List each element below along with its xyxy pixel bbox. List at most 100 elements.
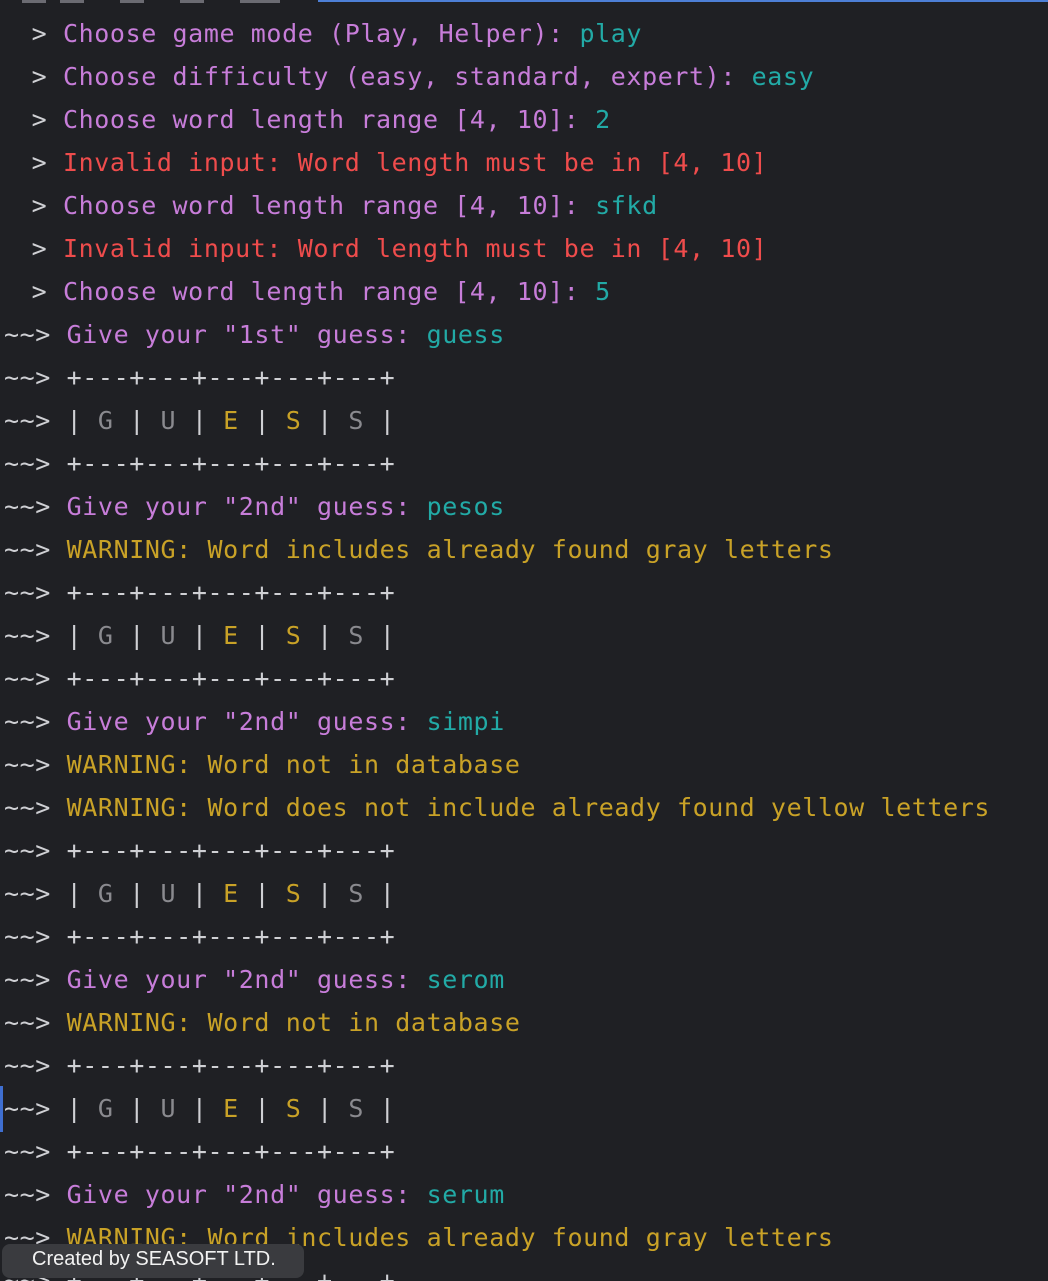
board-tile-letter: U [160,621,177,650]
board-tile-letter: G [97,879,114,908]
terminal-line-board: ~~> | G | U | E | S | S | [4,1087,395,1130]
terminal-line-warning: ~~> WARNING: Word not in database [4,743,521,786]
terminal-line-error: > Invalid input: Word length must be in … [16,227,767,270]
user-answer: pesos [426,492,505,521]
error-message: Invalid input: Word length must be in [4… [62,234,768,263]
board-separator: | [129,406,145,435]
user-answer: 2 [595,105,611,134]
prompt-marker: ~~> [4,406,67,435]
terminal-line-guess: ~~> Give your "2nd" guess: serum [4,1173,505,1216]
terminal-line-border: ~~> +---+---+---+---+---+ [4,657,395,700]
question-text: Choose difficulty (easy, standard, exper… [62,62,752,91]
board-separator: | [191,1094,208,1123]
board-separator: | [191,621,208,650]
board-separator: | [254,1094,271,1123]
board-tile-letter: G [97,406,114,435]
board-border: +---+---+---+---+---+ [66,1137,396,1166]
board-tile-letter: U [160,1094,177,1123]
terminal-line-error: > Invalid input: Word length must be in … [16,141,767,184]
board-separator: | [379,1094,396,1123]
board-tile-letter: E [223,879,239,908]
board-separator: | [254,879,271,908]
board-separator: | [317,621,333,650]
terminal-line-qa: > Choose game mode (Play, Helper): play [16,12,642,55]
board-tile-letter: G [97,621,114,650]
prompt-marker: ~~> [4,922,67,951]
board-separator: | [129,1094,145,1123]
board-separator: | [66,621,83,650]
prompt-marker: ~~> [4,621,67,650]
terminal-output[interactable]: > Choose game mode (Play, Helper): play … [0,0,1048,1281]
warning-message: WARNING: Word includes already found gra… [66,535,834,564]
board-tile-letter: S [285,406,302,435]
board-separator: | [379,406,396,435]
question-text: Give your "1st" guess: [66,320,427,349]
question-text: Choose word length range [4, 10]: [62,105,596,134]
board-separator: | [254,621,271,650]
error-message: Invalid input: Word length must be in [4… [62,148,768,177]
prompt-marker: ~~> [4,836,67,865]
board-tile-letter: S [348,1094,365,1123]
board-tile-letter: S [348,406,365,435]
user-answer: serom [426,965,505,994]
terminal-line-border: ~~> +---+---+---+---+---+ [4,915,395,958]
user-answer: serum [426,1180,505,1209]
board-tile-letter: S [285,879,302,908]
terminal-line-board: ~~> | G | U | E | S | S | [4,399,395,442]
question-text: Give your "2nd" guess: [66,707,427,736]
prompt-marker: ~~> [4,320,67,349]
prompt-marker: > [16,105,63,134]
terminal-line-border: ~~> +---+---+---+---+---+ [4,442,395,485]
truncated-previous-line [0,0,1048,6]
board-tile-letter: U [160,406,177,435]
question-text: Give your "2nd" guess: [66,965,427,994]
prompt-marker: ~~> [4,1008,67,1037]
terminal-line-guess: ~~> Give your "2nd" guess: pesos [4,485,505,528]
terminal-line-border: ~~> +---+---+---+---+---+ [4,571,395,614]
board-separator: | [317,879,333,908]
board-separator: | [129,621,145,650]
terminal-line-border: ~~> +---+---+---+---+---+ [4,356,395,399]
board-separator: | [379,621,396,650]
prompt-marker: ~~> [4,1137,67,1166]
terminal-line-board: ~~> | G | U | E | S | S | [4,614,395,657]
prompt-marker: ~~> [4,965,67,994]
board-border: +---+---+---+---+---+ [66,664,396,693]
terminal-line-warning: ~~> WARNING: Word not in database [4,1001,521,1044]
board-separator: | [191,879,208,908]
terminal-line-warning: ~~> WARNING: Word does not include alrea… [4,786,990,829]
board-tile-letter: U [160,879,177,908]
board-tile-letter: E [223,406,239,435]
user-answer: simpi [426,707,505,736]
prompt-marker: > [16,277,63,306]
question-text: Choose word length range [4, 10]: [62,191,596,220]
prompt-marker: ~~> [4,750,67,779]
prompt-marker: ~~> [4,1094,67,1123]
user-answer: easy [751,62,815,91]
board-separator: | [66,406,83,435]
board-separator: | [191,406,208,435]
board-border: +---+---+---+---+---+ [66,363,396,392]
user-answer: sfkd [595,191,658,220]
board-border: +---+---+---+---+---+ [66,449,396,478]
prompt-marker: ~~> [4,1051,67,1080]
prompt-marker: ~~> [4,363,67,392]
prompt-marker: > [16,19,63,48]
terminal-line-guess: ~~> Give your "2nd" guess: simpi [4,700,505,743]
terminal-line-warning: ~~> WARNING: Word includes already found… [4,528,834,571]
warning-message: WARNING: Word not in database [66,750,521,779]
prompt-marker: ~~> [4,707,67,736]
warning-message: WARNING: Word not in database [66,1008,521,1037]
board-separator: | [66,1094,83,1123]
board-tile-letter: E [223,621,239,650]
user-answer: guess [426,320,505,349]
board-tile-letter: S [348,621,365,650]
terminal-line-qa: > Choose word length range [4, 10]: sfkd [16,184,658,227]
board-border: +---+---+---+---+---+ [66,836,396,865]
terminal-line-qa: > Choose difficulty (easy, standard, exp… [16,55,814,98]
prompt-marker: ~~> [4,879,67,908]
cursor-caret [0,1086,3,1132]
warning-message: WARNING: Word does not include already f… [66,793,991,822]
board-separator: | [66,879,83,908]
board-separator: | [317,1094,333,1123]
